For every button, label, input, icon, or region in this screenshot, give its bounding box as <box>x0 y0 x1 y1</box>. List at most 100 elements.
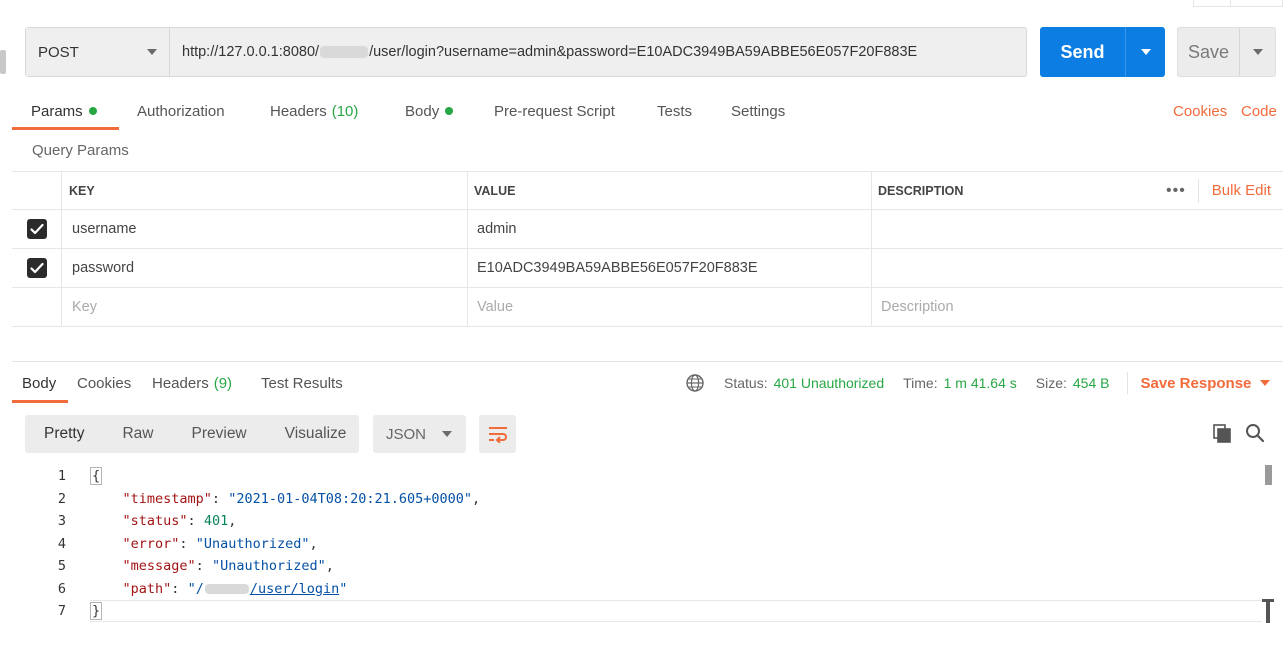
copy-icon[interactable] <box>1210 421 1234 445</box>
save-options-button[interactable] <box>1239 28 1275 76</box>
active-tab-indicator <box>12 400 68 403</box>
line-number: 1 <box>57 468 66 484</box>
cookies-link[interactable]: Cookies <box>1173 92 1227 130</box>
response-tab-headers[interactable]: Headers (9) <box>152 366 232 400</box>
chevron-down-icon <box>1252 49 1263 55</box>
code-line: 2 "timestamp": "2021-01-04T08:20:21.605+… <box>12 488 1272 510</box>
param-description-cell[interactable] <box>872 249 1283 287</box>
tab-label: Headers <box>270 102 327 120</box>
code-line: 4 "error": "Unauthorized", <box>12 533 1272 555</box>
param-value-cell[interactable]: E10ADC3949BA59ABBE56E057F20F883E <box>468 249 872 287</box>
text-cursor-marker <box>1262 599 1274 623</box>
json-string: "Unauthorized" <box>195 535 310 552</box>
request-bar: POST http://127.0.0.1:8080/ /user/login?u… <box>25 27 1027 77</box>
json-key: "timestamp" <box>122 490 212 507</box>
column-header-value: VALUE <box>468 172 872 209</box>
json-comma: , <box>325 558 334 574</box>
param-key-cell[interactable]: password <box>63 249 468 287</box>
json-key: "message" <box>122 558 196 574</box>
tab-body[interactable]: Body <box>405 92 454 130</box>
pane-divider[interactable] <box>12 361 1283 362</box>
json-string: "Unauthorized" <box>211 558 326 574</box>
line-number: 7 <box>57 603 66 619</box>
time-value[interactable]: 1 m 41.64 s <box>944 375 1017 391</box>
view-visualize-button[interactable]: Visualize <box>266 415 366 453</box>
tab-settings[interactable]: Settings <box>731 92 785 130</box>
view-mode-group: Pretty Raw Preview Visualize <box>25 415 359 453</box>
left-scroll-handle[interactable] <box>0 50 6 74</box>
active-dot-icon <box>88 107 97 115</box>
view-pretty-button[interactable]: Pretty <box>25 415 103 453</box>
table-tools: ••• Bulk Edit <box>1154 172 1271 209</box>
description-label: DESCRIPTION <box>878 183 964 198</box>
row-checkbox-cell <box>12 249 62 287</box>
request-tabs: Params Authorization Headers (10) Body Pr… <box>12 92 1283 132</box>
code-line: 1 { <box>12 465 1272 487</box>
code-link[interactable]: Code <box>1241 92 1277 130</box>
active-tab-indicator <box>12 127 119 130</box>
url-input[interactable]: http://127.0.0.1:8080/ /user/login?userna… <box>170 28 1026 76</box>
new-description-input[interactable]: Description <box>872 288 1283 326</box>
url-suffix: /user/login?username=admin&password=E10A… <box>369 44 918 60</box>
tab-label: Tests <box>657 102 693 120</box>
headers-count: (10) <box>331 102 359 120</box>
method-label: POST <box>38 43 79 61</box>
redacted-segment <box>204 583 249 594</box>
send-button[interactable]: Send <box>1040 27 1125 77</box>
format-select[interactable]: JSON <box>373 415 466 453</box>
size-value[interactable]: 454 B <box>1073 375 1110 391</box>
code-scrollbar[interactable] <box>1265 465 1272 485</box>
search-icon[interactable] <box>1243 421 1267 445</box>
save-button[interactable]: Save <box>1178 28 1239 76</box>
row-checkbox-cell <box>12 288 62 326</box>
tab-label: Pre-request Script <box>494 102 615 120</box>
save-response-button[interactable]: Save Response <box>1140 374 1271 392</box>
tab-tests[interactable]: Tests <box>657 92 692 130</box>
param-value-cell[interactable]: admin <box>468 210 872 248</box>
checkbox-checked[interactable] <box>26 219 47 239</box>
line-number: 2 <box>57 490 66 507</box>
line-number: 3 <box>57 513 66 529</box>
params-table: KEY VALUE DESCRIPTION ••• Bulk Edit user… <box>12 171 1283 327</box>
chevron-down-icon <box>442 431 452 437</box>
response-tab-test-results[interactable]: Test Results <box>261 366 343 400</box>
tab-pre-request-script[interactable]: Pre-request Script <box>494 92 615 130</box>
json-string-end: " <box>339 580 348 597</box>
tab-authorization[interactable]: Authorization <box>137 92 225 130</box>
method-select[interactable]: POST <box>26 28 170 76</box>
response-body-viewer[interactable]: 1 { 2 "timestamp": "2021-01-04T08:20:21.… <box>12 465 1272 625</box>
response-tab-body[interactable]: Body <box>22 366 56 400</box>
param-description-cell[interactable] <box>872 210 1283 248</box>
status-value[interactable]: 401 Unauthorized <box>774 375 885 391</box>
json-comma: , <box>228 513 237 529</box>
view-raw-button[interactable]: Raw <box>103 415 172 453</box>
tab-label: Body <box>405 102 440 120</box>
more-options-icon[interactable]: ••• <box>1154 178 1199 203</box>
table-header: KEY VALUE DESCRIPTION ••• Bulk Edit <box>12 171 1283 210</box>
checkbox-checked[interactable] <box>26 258 47 278</box>
path-link[interactable]: /user/login <box>204 581 339 597</box>
response-tab-cookies[interactable]: Cookies <box>77 366 131 400</box>
query-params-title: Query Params <box>32 142 129 159</box>
save-response-label: Save Response <box>1140 374 1252 392</box>
size-label: Size: <box>1035 375 1067 391</box>
bulk-edit-link[interactable]: Bulk Edit <box>1212 182 1271 199</box>
globe-icon[interactable] <box>685 373 705 393</box>
new-key-input[interactable]: Key <box>63 288 468 326</box>
wrap-lines-button[interactable] <box>479 415 516 453</box>
new-value-input[interactable]: Value <box>468 288 872 326</box>
save-button-group: Save <box>1177 27 1276 77</box>
tab-params[interactable]: Params <box>31 92 97 130</box>
headers-count: (9) <box>213 374 233 392</box>
param-key-cell[interactable]: username <box>63 210 468 248</box>
view-preview-button[interactable]: Preview <box>173 415 266 453</box>
chevron-down-icon <box>1260 380 1271 386</box>
json-comma: , <box>309 535 318 552</box>
send-options-button[interactable] <box>1125 27 1165 77</box>
code-text: "path": "//user/login" <box>122 580 348 597</box>
chevron-down-icon <box>147 49 157 55</box>
tab-headers[interactable]: Headers (10) <box>270 92 358 130</box>
code-text: "message": "Unauthorized", <box>122 558 334 574</box>
code-text: } <box>90 602 103 620</box>
tab-label: Params <box>31 102 83 120</box>
